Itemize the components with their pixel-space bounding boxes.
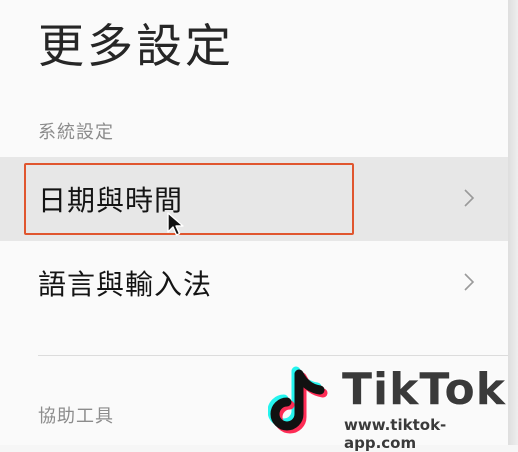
settings-item-language-input[interactable]: 語言與輸入法 xyxy=(0,241,508,325)
section-header-accessibility[interactable]: 協助工具 xyxy=(38,402,114,428)
watermark-brand: TikTok xyxy=(342,364,507,415)
section-divider xyxy=(38,355,508,356)
tiktok-watermark: TikTok www.tiktok-app.com xyxy=(268,364,516,452)
watermark-url: www.tiktok-app.com xyxy=(344,416,447,452)
mouse-cursor-icon xyxy=(167,212,184,236)
page-title: 更多設定 xyxy=(38,19,234,73)
settings-item-label: 語言與輸入法 xyxy=(38,268,213,301)
tiktok-logo-icon xyxy=(268,366,328,434)
chevron-right-icon xyxy=(464,189,475,207)
section-header-system: 系統設定 xyxy=(38,122,114,143)
chevron-right-icon xyxy=(464,273,475,291)
highlight-box xyxy=(24,163,354,235)
